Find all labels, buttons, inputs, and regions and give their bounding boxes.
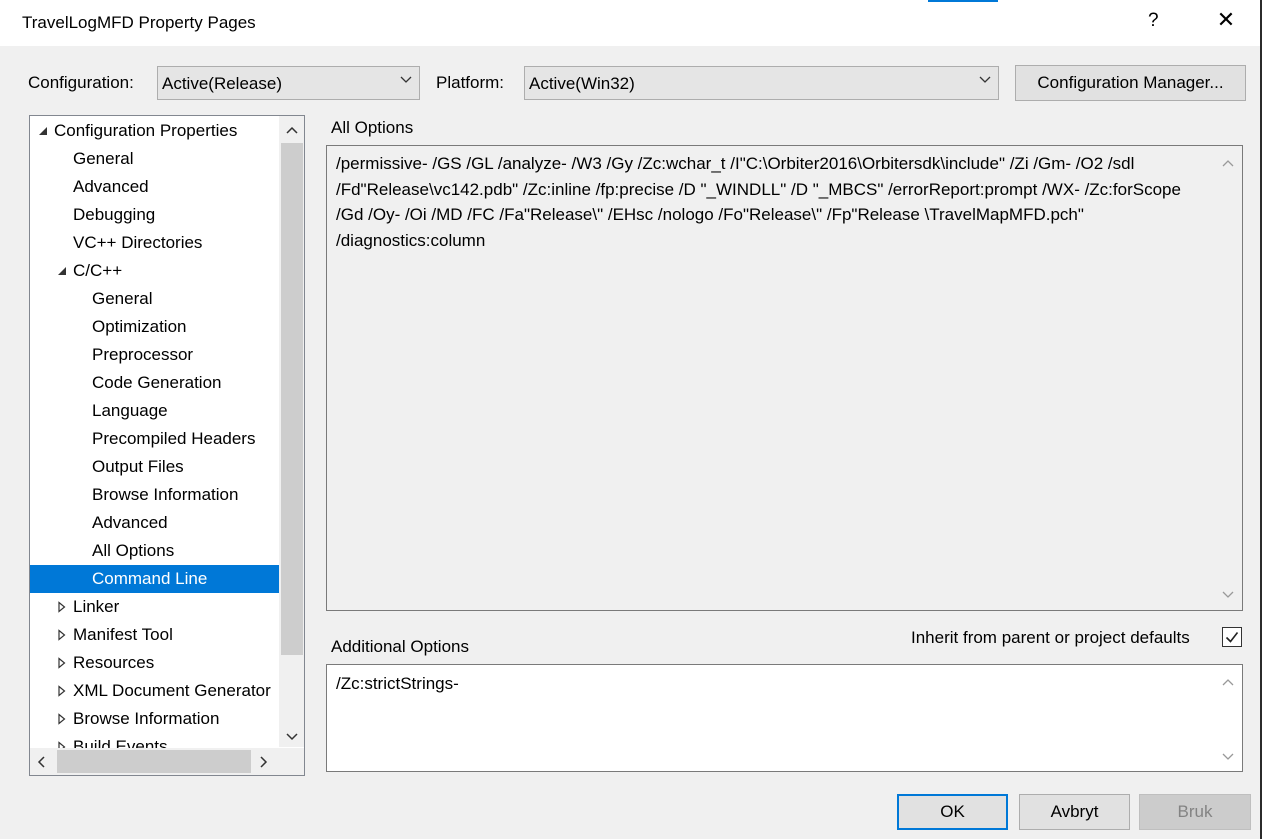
ok-button[interactable]: OK	[897, 794, 1008, 830]
scroll-corner	[279, 748, 304, 775]
collapsed-triangle-icon[interactable]	[56, 657, 68, 669]
tree-item[interactable]: Language	[30, 397, 279, 425]
tree-vertical-thumb[interactable]	[281, 143, 303, 655]
tree-item-label: Advanced	[73, 177, 149, 196]
expanded-triangle-icon[interactable]	[56, 265, 68, 277]
additional-options-text: /Zc:strictStrings-	[336, 674, 459, 693]
collapsed-triangle-icon[interactable]	[56, 601, 68, 613]
tree-item-label: Code Generation	[92, 373, 222, 392]
scroll-right-icon[interactable]	[259, 755, 269, 769]
close-button[interactable]: ✕	[1212, 7, 1240, 33]
inherit-checkbox[interactable]	[1222, 627, 1242, 647]
tree-item-label: XML Document Generator	[73, 681, 271, 700]
tree-item[interactable]: C/C++	[30, 257, 279, 285]
tree-item-label: VC++ Directories	[73, 233, 203, 252]
configuration-manager-button[interactable]: Configuration Manager...	[1015, 65, 1246, 101]
apply-button[interactable]: Bruk	[1139, 794, 1251, 830]
tree-item-label: General	[73, 149, 134, 168]
title-accent	[928, 0, 998, 2]
tree-item[interactable]: Preprocessor	[30, 341, 279, 369]
tree-item-label: Command Line	[92, 569, 208, 588]
tree-item[interactable]: Configuration Properties	[30, 117, 279, 145]
tree-item-label: Output Files	[92, 457, 184, 476]
tree-item-label: Language	[92, 401, 168, 420]
tree-item-label: Browse Information	[73, 709, 220, 728]
scroll-down-icon[interactable]	[1222, 590, 1234, 600]
checkmark-icon	[1225, 632, 1239, 643]
configuration-combo[interactable]: Active(Release)	[157, 66, 420, 100]
tree-item-label: Browse Information	[92, 485, 239, 504]
tree-item[interactable]: Resources	[30, 649, 279, 677]
tree-item-label: Debugging	[73, 205, 156, 224]
tree-item[interactable]: Command Line	[30, 565, 279, 593]
tree-item[interactable]: Advanced	[30, 173, 279, 201]
tree-item[interactable]: Debugging	[30, 201, 279, 229]
scroll-up-icon[interactable]	[1222, 677, 1234, 687]
scroll-down-icon[interactable]	[1222, 752, 1234, 762]
tree-item-label: Configuration Properties	[54, 121, 238, 140]
scroll-left-icon[interactable]	[36, 755, 46, 769]
tree-item[interactable]: Advanced	[30, 509, 279, 537]
configuration-label: Configuration:	[28, 73, 134, 92]
property-tree[interactable]: Configuration Properties General Advanced D…	[29, 115, 305, 776]
tree-item[interactable]: Browse Information	[30, 481, 279, 509]
tree-item[interactable]: Precompiled Headers	[30, 425, 279, 453]
tree-item[interactable]: Code Generation	[30, 369, 279, 397]
tree-item[interactable]: Optimization	[30, 313, 279, 341]
chevron-down-icon	[979, 76, 991, 83]
all-options-label: All Options	[331, 118, 414, 137]
tree-horizontal-thumb[interactable]	[57, 750, 251, 773]
platform-combo[interactable]: Active(Win32)	[524, 66, 999, 100]
tree-item-label: Optimization	[92, 317, 187, 336]
tree-item-label: Preprocessor	[92, 345, 194, 364]
tree-item[interactable]: Output Files	[30, 453, 279, 481]
scroll-up-icon[interactable]	[285, 125, 299, 135]
platform-label: Platform:	[436, 73, 505, 92]
all-options-textbox[interactable]: /permissive- /GS /GL /analyze- /W3 /Gy /…	[326, 145, 1243, 611]
platform-value: Active(Win32)	[529, 74, 635, 93]
tree-item[interactable]: XML Document Generator	[30, 677, 279, 705]
tree-item[interactable]: Linker	[30, 593, 279, 621]
inherit-label: Inherit from parent or project defaults	[911, 628, 1190, 647]
all-options-text: /permissive- /GS /GL /analyze- /W3 /Gy /…	[336, 154, 1181, 250]
additional-options-textbox[interactable]: /Zc:strictStrings-	[326, 664, 1243, 772]
additional-options-label: Additional Options	[331, 637, 469, 656]
tree-item-label: Resources	[73, 653, 155, 672]
tree-item[interactable]: VC++ Directories	[30, 229, 279, 257]
expanded-triangle-icon[interactable]	[37, 125, 49, 137]
tree-item-label: Advanced	[92, 513, 168, 532]
help-button[interactable]: ?	[1148, 10, 1159, 32]
tree-item-label: C/C++	[73, 261, 123, 280]
scroll-up-icon[interactable]	[1222, 158, 1234, 168]
scroll-down-icon[interactable]	[285, 732, 299, 742]
chevron-down-icon	[400, 76, 412, 83]
tree-item[interactable]: Manifest Tool	[30, 621, 279, 649]
cancel-button[interactable]: Avbryt	[1019, 794, 1130, 830]
tree-item[interactable]: Browse Information	[30, 705, 279, 733]
collapsed-triangle-icon[interactable]	[56, 685, 68, 697]
tree-item[interactable]: General	[30, 285, 279, 313]
collapsed-triangle-icon[interactable]	[56, 713, 68, 725]
tree-item-label: Precompiled Headers	[92, 429, 256, 448]
tree-item-label: General	[92, 289, 153, 308]
tree-item[interactable]: General	[30, 145, 279, 173]
configuration-value: Active(Release)	[162, 74, 282, 93]
collapsed-triangle-icon[interactable]	[56, 629, 68, 641]
tree-item[interactable]: All Options	[30, 537, 279, 565]
window-title: TravelLogMFD Property Pages	[22, 13, 256, 32]
tree-item-label: Manifest Tool	[73, 625, 173, 644]
tree-item-label: Linker	[73, 597, 120, 616]
tree-item-label: All Options	[92, 541, 175, 560]
